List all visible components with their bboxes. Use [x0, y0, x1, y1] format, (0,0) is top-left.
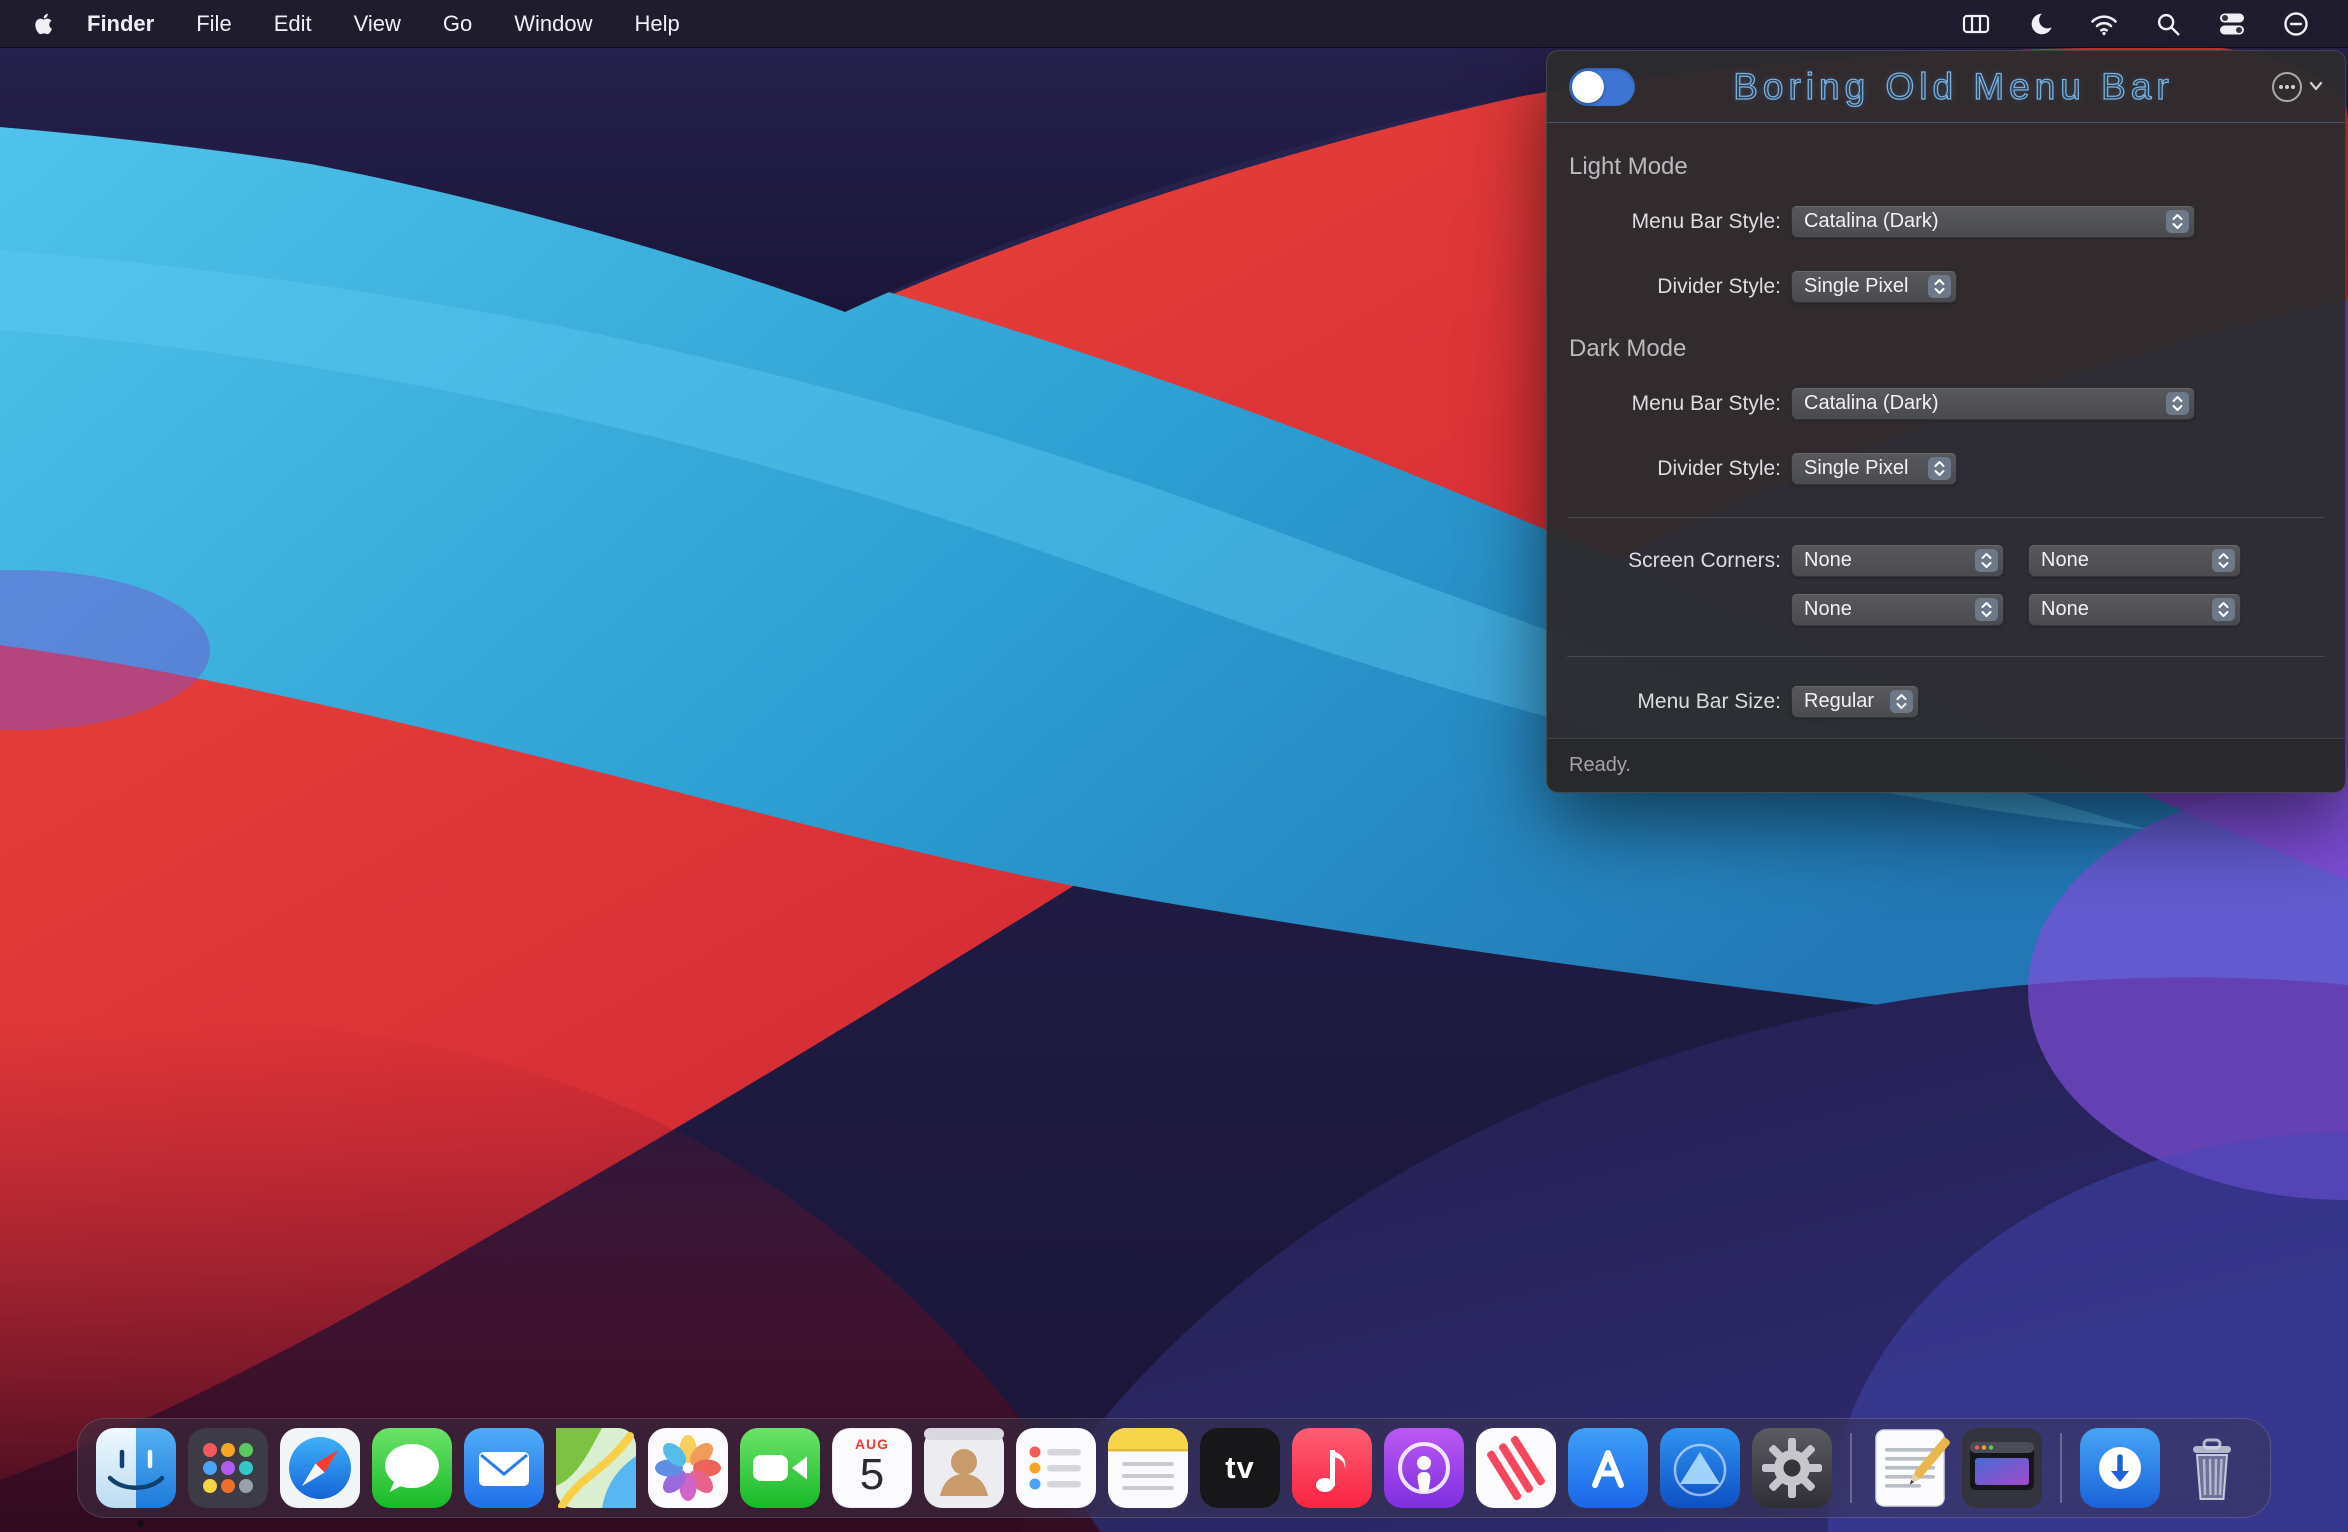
dock-system-preferences[interactable] [1752, 1428, 1832, 1508]
dark-mode-moon-icon[interactable] [2008, 0, 2072, 48]
control-center-icon[interactable] [2200, 0, 2264, 48]
dock-safari[interactable] [280, 1428, 360, 1508]
popup-value: Catalina (Dark) [1804, 392, 1938, 415]
dark-divider-style-select[interactable]: Single Pixel [1791, 452, 1957, 485]
dock-trash[interactable] [2172, 1428, 2252, 1508]
popup-stepper-icon [2166, 392, 2189, 415]
dark-menu-bar-style-label: Menu Bar Style: [1563, 392, 1781, 416]
dock-maps[interactable] [556, 1428, 636, 1508]
dock-music[interactable] [1292, 1428, 1372, 1508]
spotlight-search-icon[interactable] [2136, 0, 2200, 48]
menubar-item-help[interactable]: Help [614, 0, 701, 48]
dock-mail[interactable] [464, 1428, 544, 1508]
dock-apple-tv[interactable]: tv [1200, 1428, 1280, 1508]
popup-value: None [1804, 598, 1852, 621]
popup-stepper-icon [2166, 210, 2189, 233]
popup-stepper-icon [1975, 598, 1998, 621]
menu-bar-size-label: Menu Bar Size: [1563, 690, 1781, 714]
status-bar: Ready. [1547, 738, 2345, 792]
dock-calendar[interactable]: AUG 5 [832, 1428, 912, 1508]
menubar-item-edit[interactable]: Edit [253, 0, 333, 48]
tv-label: tv [1225, 1450, 1255, 1486]
chevron-down-icon [2309, 78, 2323, 96]
popup-stepper-icon [1928, 457, 1951, 480]
dark-divider-style-label: Divider Style: [1563, 457, 1781, 481]
dock-photos[interactable] [648, 1428, 728, 1508]
menubar-item-go[interactable]: Go [422, 0, 493, 48]
dark-menu-bar-style-select[interactable]: Catalina (Dark) [1791, 387, 2195, 420]
desktop: Finder File Edit View Go Window Help [0, 0, 2348, 1532]
light-mode-heading: Light Mode [1569, 153, 2329, 181]
dock-podcasts[interactable] [1384, 1428, 1464, 1508]
menubar-item-file[interactable]: File [175, 0, 252, 48]
circle-dash-icon[interactable] [2264, 0, 2328, 48]
light-menu-bar-style-label: Menu Bar Style: [1563, 210, 1781, 234]
window-columns-icon[interactable] [1944, 0, 2008, 48]
screen-corners-label: Screen Corners: [1563, 549, 1781, 573]
popup-value: None [2041, 598, 2089, 621]
corner-bottom-left-select[interactable]: None [1791, 593, 2004, 626]
popup-value: Regular [1804, 690, 1874, 713]
popup-value: Single Pixel [1804, 457, 1909, 480]
panel-header: Boring Old Menu Bar [1547, 51, 2345, 123]
light-divider-style-select[interactable]: Single Pixel [1791, 270, 1957, 303]
popup-stepper-icon [1975, 549, 1998, 572]
dock-reminders[interactable] [1016, 1428, 1096, 1508]
dock: AUG 5 tv [77, 1418, 2271, 1518]
menubar-app-menu[interactable]: Finder [66, 0, 175, 48]
light-divider-style-label: Divider Style: [1563, 275, 1781, 299]
dock-downloads[interactable] [2080, 1428, 2160, 1508]
light-menu-bar-style-select[interactable]: Catalina (Dark) [1791, 205, 2195, 238]
dock-app-store[interactable] [1568, 1428, 1648, 1508]
popup-stepper-icon [1890, 690, 1913, 713]
menu-bar-size-select[interactable]: Regular [1791, 685, 1919, 718]
status-text: Ready. [1569, 754, 1631, 777]
corner-top-right-select[interactable]: None [2028, 544, 2241, 577]
popup-stepper-icon [1928, 275, 1951, 298]
wifi-icon[interactable] [2072, 0, 2136, 48]
dock-notes[interactable] [1108, 1428, 1188, 1508]
panel-options-menu[interactable] [2272, 72, 2323, 102]
boring-old-menu-bar-panel: Boring Old Menu Bar Light Mode Menu Bar … [1546, 50, 2346, 793]
dock-blue-triangle-app[interactable] [1660, 1428, 1740, 1508]
popup-value: None [1804, 549, 1852, 572]
panel-title: Boring Old Menu Bar [1635, 66, 2272, 108]
dock-contacts[interactable] [924, 1428, 1004, 1508]
popup-stepper-icon [2212, 598, 2235, 621]
apple-menu-icon[interactable] [22, 11, 66, 37]
dock-news[interactable] [1476, 1428, 1556, 1508]
calendar-day: 5 [860, 1452, 884, 1498]
popup-value: Single Pixel [1804, 275, 1909, 298]
separator [1567, 656, 2325, 657]
corner-bottom-right-select[interactable]: None [2028, 593, 2241, 626]
dock-divider [2060, 1433, 2062, 1503]
separator [1567, 517, 2325, 518]
dock-facetime[interactable] [740, 1428, 820, 1508]
dock-launchpad[interactable] [188, 1428, 268, 1508]
menubar-item-view[interactable]: View [333, 0, 422, 48]
dock-messages[interactable] [372, 1428, 452, 1508]
corner-top-left-select[interactable]: None [1791, 544, 2004, 577]
popup-value: Catalina (Dark) [1804, 210, 1938, 233]
dock-finder[interactable] [96, 1428, 176, 1508]
dock-divider [1850, 1433, 1852, 1503]
enable-toggle[interactable] [1569, 68, 1635, 106]
dock-textedit[interactable] [1870, 1428, 1950, 1508]
menu-bar: Finder File Edit View Go Window Help [0, 0, 2348, 48]
toggle-knob [1572, 71, 1604, 103]
dark-mode-heading: Dark Mode [1569, 335, 2329, 363]
popup-value: None [2041, 549, 2089, 572]
ellipsis-circle-icon [2272, 72, 2302, 102]
popup-stepper-icon [2212, 549, 2235, 572]
dock-window-thumbnail[interactable] [1962, 1428, 2042, 1508]
menubar-item-window[interactable]: Window [493, 0, 613, 48]
finder-running-indicator [137, 1520, 144, 1527]
